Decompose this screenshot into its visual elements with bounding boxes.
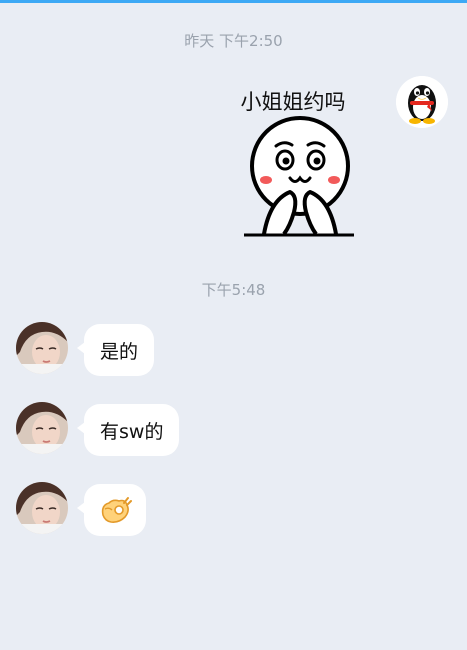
user-avatar-photo-icon: [16, 402, 68, 454]
timestamp: 下午5:48: [201, 281, 266, 299]
ok-hand-emoji-icon: [101, 497, 132, 523]
sticker-caption: 小姐姐约吗: [240, 90, 346, 114]
message-row: [0, 482, 467, 538]
user-avatar-photo-icon: [16, 322, 68, 374]
user-avatar-photo-icon: [16, 482, 68, 534]
qq-penguin-icon: [396, 76, 448, 128]
message-row: 有sw的: [0, 402, 467, 458]
message-bubble[interactable]: 是的: [76, 324, 155, 376]
blushing-face-sticker-icon: [244, 116, 354, 237]
my-avatar[interactable]: [396, 76, 448, 128]
message-bubble[interactable]: [77, 484, 146, 536]
message-row: 是的: [0, 322, 467, 378]
sticker-message[interactable]: 小姐姐约吗: [224, 86, 362, 246]
contact-avatar[interactable]: [16, 402, 68, 454]
contact-avatar[interactable]: [16, 322, 68, 374]
timestamp: 昨天 下午2:50: [184, 32, 283, 50]
message-bubble[interactable]: 有sw的: [76, 404, 180, 456]
contact-avatar[interactable]: [16, 482, 68, 534]
top-accent-bar: [0, 0, 467, 3]
